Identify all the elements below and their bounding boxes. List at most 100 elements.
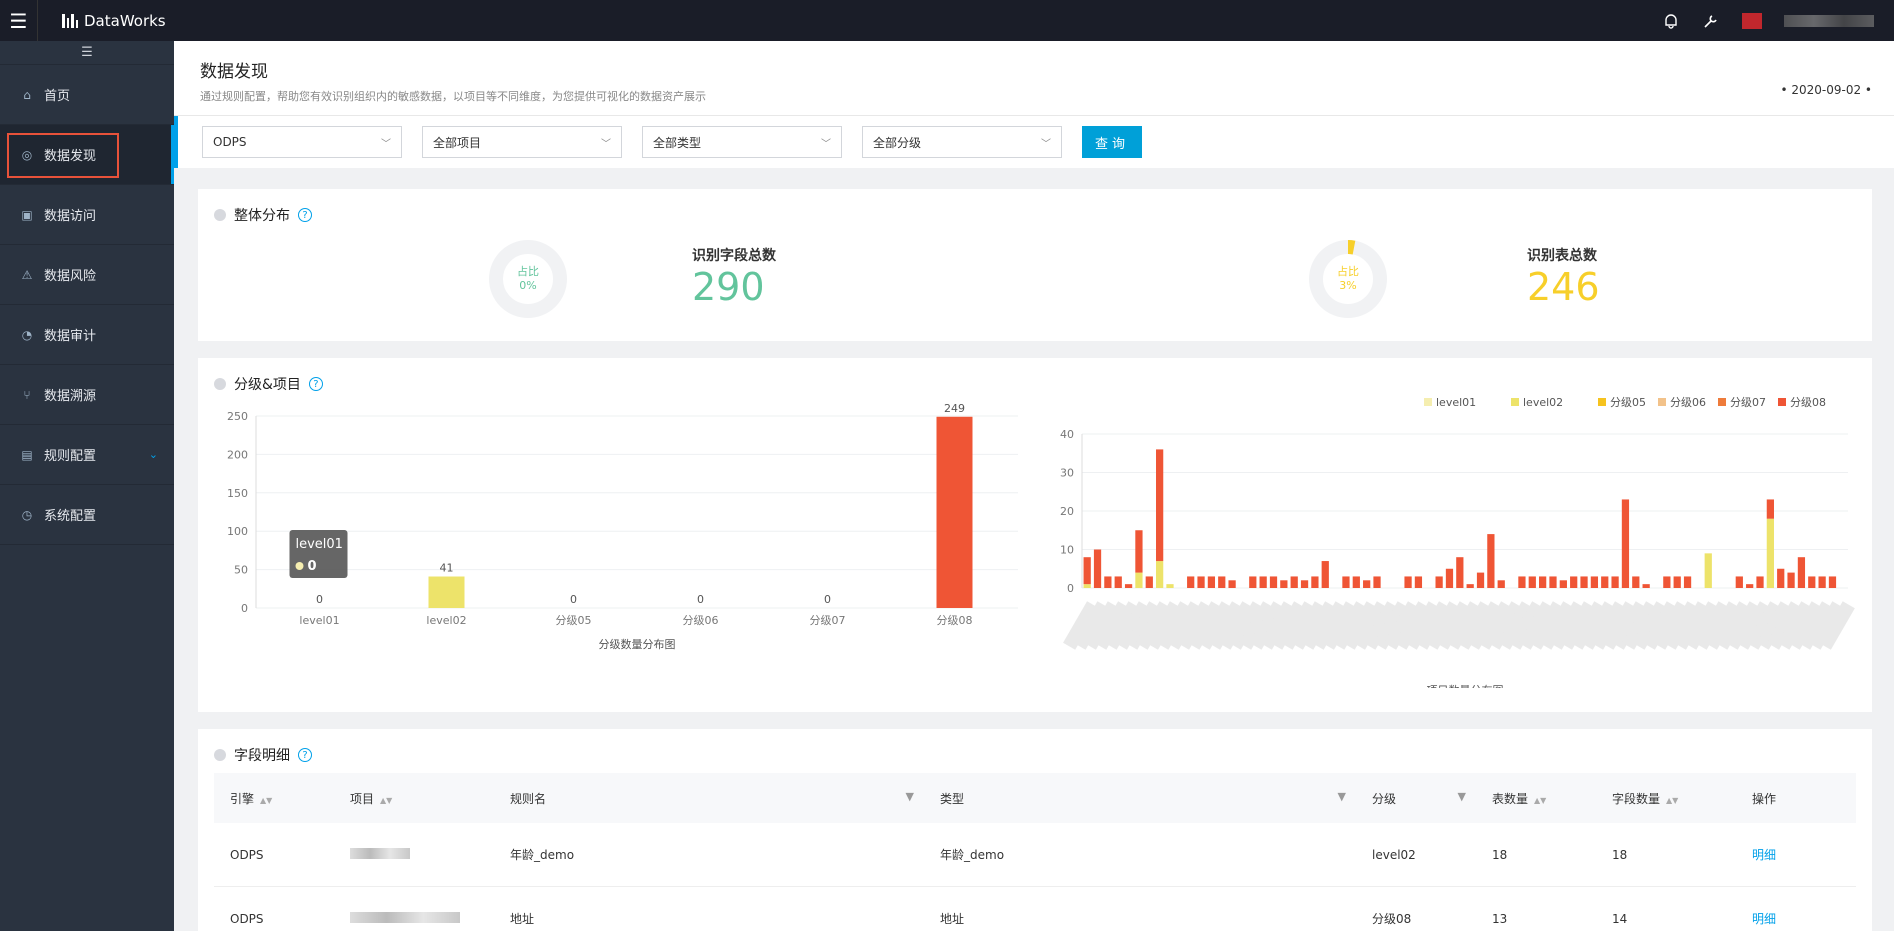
bar-segment [1414, 576, 1423, 588]
bar-segment [1735, 576, 1743, 588]
y-tick-label: 100 [227, 525, 248, 538]
bar-segment [1497, 580, 1505, 588]
select-value: 全部分级 [873, 135, 922, 150]
panel-title-text: 整体分布 [234, 208, 290, 224]
system-icon: ◷ [21, 507, 33, 522]
column-header-level[interactable]: 分级 ▼ [1356, 790, 1476, 807]
bell-icon[interactable] [1662, 12, 1680, 30]
y-tick-label: 10 [1060, 544, 1074, 557]
sidebar-item-system-config[interactable]: ◷ 系统配置 [0, 485, 174, 545]
risk-icon: ⚠ [21, 267, 33, 282]
y-tick-label: 20 [1060, 505, 1074, 518]
sidebar-item-label: 数据风险 [44, 269, 97, 284]
bar-segment [1642, 584, 1650, 588]
column-header-type[interactable]: 类型 ▼ [924, 790, 1356, 807]
query-button[interactable]: 查询 [1082, 126, 1142, 158]
collapse-sidebar-icon[interactable]: ☰ [0, 41, 174, 65]
table-row: ODPS 年龄_demo 年龄_demo level02 18 18 明细 [214, 823, 1856, 887]
detail-link[interactable]: 明细 [1736, 910, 1856, 927]
bar-segment [1549, 576, 1557, 588]
page-date: • 2020-09-02 • [1780, 83, 1872, 97]
sidebar-item-data-discovery[interactable]: ◎ 数据发现 [0, 125, 174, 185]
x-tick-label: 分级05 [556, 614, 592, 627]
data-label: 0 [697, 593, 704, 606]
legend-swatch [1511, 398, 1519, 406]
cell-project-redacted [334, 911, 494, 926]
sidebar-item-label: 规则配置 [44, 449, 97, 464]
bar-segment [1828, 576, 1837, 588]
select-value: 全部项目 [433, 135, 482, 150]
column-header-fields[interactable]: 字段数量 ▲▼ [1596, 790, 1736, 807]
bar-segment [1280, 580, 1288, 588]
sidebar-item-label: 数据访问 [44, 209, 97, 224]
ratio-caption: 占比 [1337, 265, 1359, 278]
legend-swatch [1424, 398, 1432, 406]
discover-icon: ◎ [21, 147, 33, 162]
ratio-value: 3% [1339, 279, 1357, 292]
column-header-rule[interactable]: 规则名 ▼ [494, 790, 924, 807]
cell-type: 地址 [940, 912, 965, 926]
project-select[interactable]: 全部项目 ﹀ [422, 126, 622, 158]
cell-level: 分级08 [1372, 912, 1412, 926]
hamburger-menu-icon[interactable]: ☰ [0, 0, 38, 41]
filter-bar: ODPS ﹀ 全部项目 ﹀ 全部类型 ﹀ 全部分级 ﹀ 查询 [174, 116, 1894, 168]
detail-link[interactable]: 明细 [1736, 846, 1856, 863]
column-header-action: 操作 [1752, 791, 1777, 806]
sidebar-item-rule-config[interactable]: ▤ 规则配置 ⌄ [0, 425, 174, 485]
cell-tables: 18 [1492, 847, 1508, 862]
sidebar-item-data-trace[interactable]: ⑂ 数据溯源 [0, 365, 174, 425]
sort-icon: ▲▼ [380, 795, 393, 805]
bar-segment [1156, 561, 1164, 588]
table-total-label: 识别表总数 [1527, 248, 1597, 264]
chevron-down-icon: ﹀ [601, 138, 611, 150]
brand[interactable]: DataWorks [62, 12, 166, 30]
bar-segment [1207, 576, 1216, 588]
chevron-down-icon: ﹀ [1041, 138, 1051, 150]
field-ratio-label: 占比 0% [488, 265, 568, 293]
bar-segment [1435, 576, 1443, 588]
bar-segment [1104, 576, 1112, 588]
bar-segment [1145, 576, 1153, 588]
y-tick-label: 30 [1060, 467, 1074, 480]
sidebar-item-label: 数据发现 [44, 149, 97, 164]
legend-swatch [1718, 398, 1726, 406]
help-icon[interactable]: ? [298, 208, 312, 222]
table-ratio-label: 占比 3% [1308, 265, 1388, 293]
sidebar-item-data-access[interactable]: ▣ 数据访问 [0, 185, 174, 245]
page-subtitle: 通过规则配置，帮助您有效识别组织内的敏感数据，以项目等不同维度，为您提供可视化的… [200, 90, 706, 103]
x-tick-label: 分级08 [937, 614, 973, 627]
legend-label: 分级08 [1790, 396, 1826, 409]
trace-icon: ⑂ [23, 387, 31, 402]
wrench-icon[interactable] [1702, 12, 1720, 30]
bar-segment [1611, 576, 1619, 588]
column-header-engine[interactable]: 引擎 ▲▼ [214, 790, 334, 807]
sidebar-item-data-audit[interactable]: ◔ 数据审计 [0, 305, 174, 365]
avatar[interactable] [1742, 12, 1762, 29]
engine-select[interactable]: ODPS ﹀ [202, 126, 402, 158]
audit-icon: ◔ [21, 327, 33, 342]
bar-segment [1352, 576, 1360, 588]
data-label: 0 [570, 593, 577, 606]
column-header-project[interactable]: 项目 ▲▼ [334, 790, 494, 807]
type-select[interactable]: 全部类型 ﹀ [642, 126, 842, 158]
bar-segment [1311, 576, 1319, 588]
sort-icon: ▲▼ [1666, 795, 1679, 805]
y-tick-label: 0 [1067, 582, 1074, 595]
sidebar-item-label: 系统配置 [44, 509, 97, 524]
panel-dot-icon [214, 749, 226, 761]
level-distribution-chart: 0 50 100 150 200 250 0 level01 41 level02 0 分级05 0 分级… [227, 402, 1018, 651]
bar-segment [1487, 534, 1495, 588]
help-icon[interactable]: ? [298, 748, 312, 762]
legend-label: 分级05 [1610, 396, 1646, 409]
bar-segment [1766, 518, 1774, 588]
y-tick-label: 0 [241, 602, 248, 615]
sidebar: ☰ ⌂ 首页 ◎ 数据发现 ▣ 数据访问 ⚠ 数据风险 ◔ 数据审计 ⑂ 数据溯… [0, 41, 174, 931]
field-total-label: 识别字段总数 [692, 248, 776, 264]
bar-segment [1300, 580, 1309, 588]
column-header-tables[interactable]: 表数量 ▲▼ [1476, 790, 1596, 807]
panel-dot-icon [214, 209, 226, 221]
sidebar-item-home[interactable]: ⌂ 首页 [0, 65, 174, 125]
user-name-redacted[interactable] [1784, 14, 1874, 27]
sidebar-item-data-risk[interactable]: ⚠ 数据风险 [0, 245, 174, 305]
level-select[interactable]: 全部分级 ﹀ [862, 126, 1062, 158]
